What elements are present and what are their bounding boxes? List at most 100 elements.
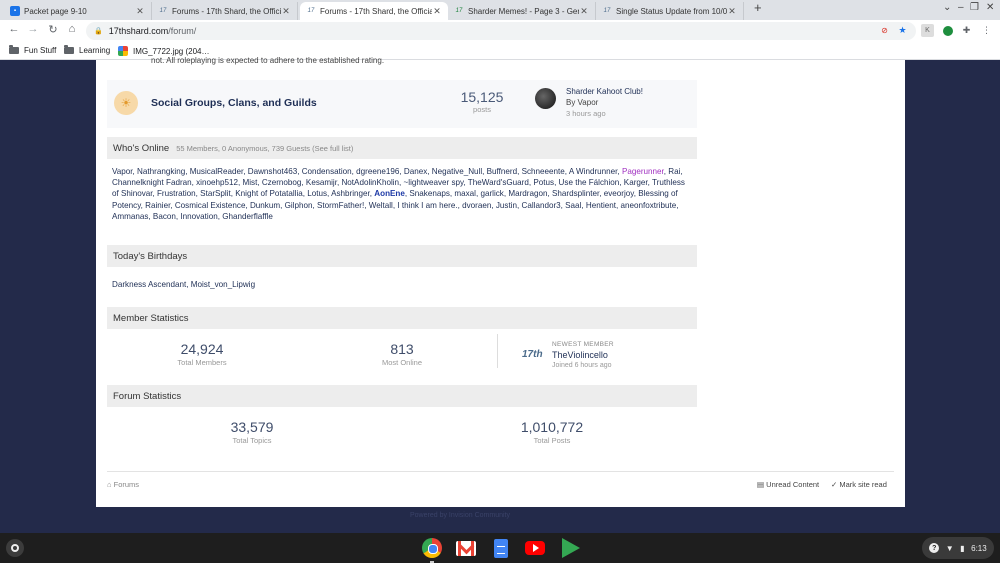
back-icon[interactable]: ← bbox=[6, 23, 22, 35]
total-posts-stat: 1,010,772 Total Posts bbox=[502, 419, 602, 445]
breadcrumb-forums: Forums bbox=[113, 480, 140, 489]
close-icon[interactable]: ✕ bbox=[135, 6, 145, 17]
17th-shard-icon: 17 bbox=[603, 8, 611, 14]
forum-title-link[interactable]: Social Groups, Clans, and Guilds bbox=[151, 97, 317, 109]
address-url: 17thshard.com/forum/ bbox=[109, 26, 197, 36]
help-icon: ? bbox=[929, 543, 940, 553]
battery-icon: ▮ bbox=[960, 543, 965, 553]
close-icon[interactable]: ✕ bbox=[727, 6, 737, 17]
camera-blocked-icon[interactable]: ⊘ bbox=[878, 24, 891, 37]
powered-by-footer[interactable]: Powered by Invision Community bbox=[410, 512, 510, 519]
17th-shard-icon: 17 bbox=[455, 8, 463, 14]
online-summary-link[interactable]: 55 Members, 0 Anonymous, 739 Guests (See… bbox=[176, 144, 353, 153]
new-tab-button[interactable]: + bbox=[754, 0, 762, 15]
chrome-app-icon[interactable] bbox=[421, 537, 443, 559]
section-header: Forum Statistics bbox=[107, 385, 697, 407]
total-members-stat: 24,924 Total Members bbox=[152, 341, 252, 367]
bookmark-learning[interactable]: Learning bbox=[64, 45, 111, 55]
wifi-icon: ▼ bbox=[945, 543, 954, 553]
birthday-names[interactable]: Darkness Ascendant, Moist_von_Lipwig bbox=[107, 267, 697, 289]
last-post-title[interactable]: Sharder Kahoot Club! bbox=[566, 87, 643, 96]
mark-site-read-link[interactable]: ✓ Mark site read bbox=[831, 480, 887, 489]
bookmark-fun-stuff[interactable]: Fun Stuff bbox=[9, 45, 57, 55]
tab-title: Sharder Memes! - Page 3 - Gene bbox=[468, 6, 579, 16]
tab-title: Forums - 17th Shard, the Officia bbox=[320, 6, 432, 16]
os-shelf: ? ▼ ▮ 6:13 bbox=[0, 533, 1000, 563]
forward-icon[interactable]: → bbox=[25, 23, 41, 35]
section-header: Who's Online 55 Members, 0 Anonymous, 73… bbox=[107, 137, 697, 159]
address-bar[interactable]: 🔒 17thshard.com/forum/ bbox=[86, 22, 916, 40]
posts-label: posts bbox=[473, 105, 491, 114]
17th-shard-logo-icon: 17th bbox=[522, 349, 543, 360]
bookmark-star-icon[interactable]: ★ bbox=[896, 24, 909, 37]
folder-icon bbox=[9, 45, 19, 54]
minimize-icon[interactable]: – bbox=[958, 2, 964, 13]
section-title: Today's Birthdays bbox=[113, 250, 188, 262]
folder-icon bbox=[64, 45, 74, 54]
extensions-puzzle-icon[interactable]: ✚ bbox=[960, 24, 973, 37]
bookmark-label: IMG_7722.jpg (204… bbox=[133, 46, 210, 56]
stat-value: 813 bbox=[390, 341, 414, 357]
extension-green-icon[interactable] bbox=[941, 24, 954, 37]
tab-title: Single Status Update from 10/06 bbox=[616, 6, 727, 16]
bookmark-label: Fun Stuff bbox=[24, 46, 57, 55]
unread-content-link[interactable]: ▤ Unread Content bbox=[757, 480, 819, 489]
section-title: Forum Statistics bbox=[113, 390, 182, 402]
restore-icon[interactable]: ❐ bbox=[970, 2, 979, 13]
close-window-icon[interactable]: ✕ bbox=[986, 2, 994, 13]
close-icon[interactable]: ✕ bbox=[432, 6, 442, 17]
youtube-app-icon[interactable] bbox=[524, 537, 546, 559]
url-path: /forum/ bbox=[168, 26, 197, 36]
newest-member-name[interactable]: TheViolincello bbox=[552, 350, 608, 360]
reload-icon[interactable]: ↻ bbox=[45, 23, 61, 36]
play-store-app-icon[interactable] bbox=[560, 537, 582, 559]
bookmarks-bar: Fun Stuff Learning IMG_7722.jpg (204… bbox=[0, 42, 1000, 60]
online-users-list[interactable]: Vapor, Nathrangking, MusicalReader, Dawn… bbox=[107, 159, 697, 222]
close-icon[interactable]: ✕ bbox=[281, 6, 291, 17]
mark-read-label: Mark site read bbox=[839, 480, 887, 489]
tab-search-icon[interactable]: ⌄ bbox=[943, 2, 951, 13]
tab-title: Packet page 9-10 bbox=[24, 6, 87, 16]
stat-label: Total Topics bbox=[232, 436, 272, 445]
menu-dots-icon[interactable]: ⋮ bbox=[980, 24, 993, 37]
home-icon: ⌂ bbox=[107, 480, 114, 489]
docs-app-icon[interactable] bbox=[490, 537, 512, 559]
online-name-highlight[interactable]: Pagerunner bbox=[622, 167, 664, 176]
tab-2-active[interactable]: 17 Forums - 17th Shard, the Officia ✕ bbox=[300, 2, 448, 20]
bookmark-img[interactable]: IMG_7722.jpg (204… bbox=[118, 46, 210, 56]
tab-1[interactable]: 17 Forums - 17th Shard, the Official ✕ bbox=[152, 2, 298, 20]
classroom-icon: ▪ bbox=[10, 6, 20, 16]
bookmark-label: Learning bbox=[79, 46, 111, 55]
gmail-app-icon[interactable] bbox=[455, 537, 477, 559]
stat-label: Total Posts bbox=[533, 436, 571, 445]
tab-strip: ▪ Packet page 9-10 ✕ 17 Forums - 17th Sh… bbox=[0, 0, 1000, 20]
member-statistics-section: Member Statistics 24,924 Total Members 8… bbox=[107, 307, 697, 375]
home-icon[interactable]: ⌂ bbox=[64, 23, 80, 35]
status-tray[interactable]: ? ▼ ▮ 6:13 bbox=[922, 537, 994, 559]
tab-title: Forums - 17th Shard, the Official bbox=[172, 6, 281, 16]
extension-k-icon[interactable]: K bbox=[921, 24, 934, 37]
online-name-staff[interactable]: AonEne bbox=[374, 189, 405, 198]
avatar[interactable] bbox=[535, 88, 556, 109]
breadcrumb[interactable]: ⌂ Forums bbox=[107, 480, 139, 489]
tab-0[interactable]: ▪ Packet page 9-10 ✕ bbox=[4, 2, 152, 20]
sun-forum-icon: ☀ bbox=[114, 91, 138, 115]
birthdays-section: Today's Birthdays Darkness Ascendant, Mo… bbox=[107, 245, 697, 289]
stat-value: 33,579 bbox=[230, 419, 274, 435]
section-title: Who's Online bbox=[113, 142, 170, 154]
forum-statistics-section: Forum Statistics 33,579 Total Topics 1,0… bbox=[107, 385, 697, 445]
last-post-author[interactable]: By Vapor bbox=[566, 98, 598, 107]
17th-shard-icon: 17 bbox=[307, 8, 315, 14]
close-icon[interactable]: ✕ bbox=[579, 6, 589, 17]
lock-icon: 🔒 bbox=[94, 28, 103, 35]
launcher-icon[interactable] bbox=[6, 539, 24, 557]
stat-label: Total Members bbox=[177, 358, 227, 367]
online-names: Vapor, Nathrangking, MusicalReader, Dawn… bbox=[112, 167, 622, 176]
forum-row-social-groups: ☀ Social Groups, Clans, and Guilds 15,12… bbox=[107, 80, 697, 128]
url-host: 17thshard.com bbox=[108, 26, 169, 36]
page-footer-bar: ⌂ Forums ▤ Unread Content ✓ Mark site re… bbox=[107, 471, 894, 497]
divider bbox=[497, 334, 498, 368]
tab-4[interactable]: 17 Single Status Update from 10/06 ✕ bbox=[596, 2, 744, 20]
tab-3[interactable]: 17 Sharder Memes! - Page 3 - Gene ✕ bbox=[448, 2, 596, 20]
stat-label: Most Online bbox=[381, 358, 423, 367]
